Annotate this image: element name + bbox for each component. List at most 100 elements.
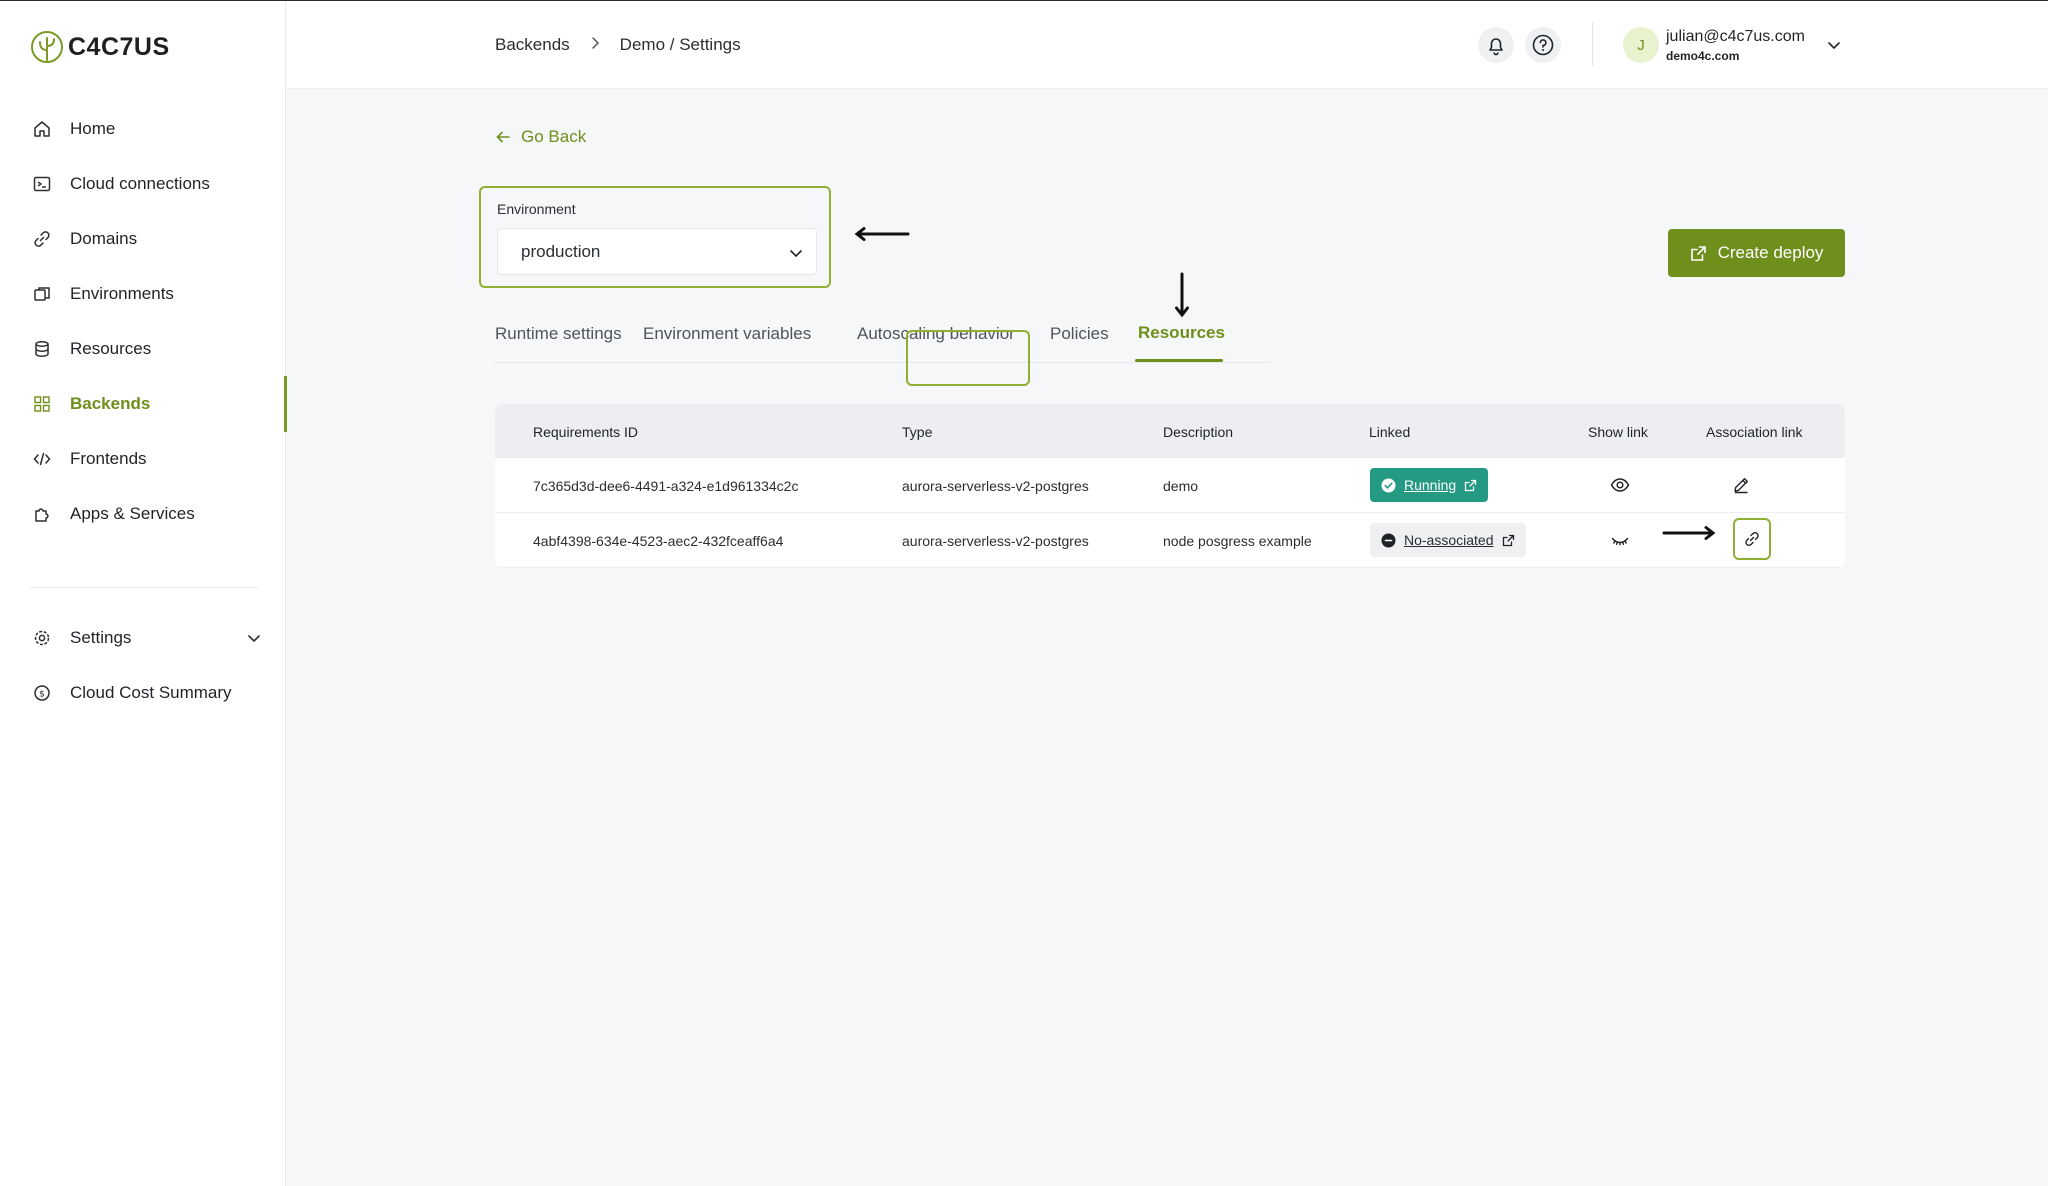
status-badge-running[interactable]: Running — [1370, 468, 1489, 502]
sidebar-item-label: Cloud connections — [70, 174, 210, 193]
sidebar: C4C7US Home Cloud connections Domains En… — [0, 2, 287, 1186]
sidebar-item-frontends[interactable]: Frontends — [0, 439, 286, 479]
top-header: Backends Demo / Settings J julian@c4c7us… — [287, 2, 2048, 89]
app-window: C4C7US Home Cloud connections Domains En… — [0, 0, 2048, 1186]
resources-table: Requirements ID Type Description Linked … — [495, 404, 1845, 568]
grid-icon — [32, 395, 51, 414]
column-header-show-link: Show link — [1588, 424, 1648, 440]
database-icon — [32, 340, 51, 359]
user-org: demo4c.com — [1666, 49, 1740, 63]
sidebar-divider — [30, 587, 258, 588]
environments-icon — [32, 285, 51, 304]
active-tab-indicator — [1135, 359, 1223, 362]
sidebar-item-label: Resources — [70, 339, 152, 358]
eye-icon[interactable] — [1609, 474, 1631, 496]
go-back-link[interactable]: Go Back — [495, 127, 586, 147]
annotation-arrow-right-icon — [1662, 526, 1716, 540]
notifications-button[interactable] — [1478, 27, 1514, 63]
user-email[interactable]: julian@c4c7us.com — [1666, 28, 1805, 46]
avatar[interactable]: J — [1623, 27, 1659, 63]
sidebar-item-label: Home — [70, 119, 116, 138]
sidebar-item-resources[interactable]: Resources — [0, 329, 286, 369]
sidebar-item-backends[interactable]: Backends — [0, 376, 287, 432]
sidebar-item-cloud-cost-summary[interactable]: $ Cloud Cost Summary — [0, 673, 286, 713]
column-header-linked: Linked — [1369, 424, 1411, 440]
resource-description: demo — [1163, 478, 1199, 494]
resource-description: node posgress example — [1163, 533, 1312, 549]
annotation-arrow-left-icon — [854, 227, 910, 241]
table-row: 4abf4398-634e-4523-aec2-432fceaff6a4 aur… — [495, 513, 1845, 568]
tab-resources[interactable]: Resources — [1138, 323, 1225, 343]
home-icon — [32, 120, 51, 139]
status-badge-no-associated[interactable]: No-associated — [1370, 523, 1526, 557]
external-link-icon — [1502, 534, 1514, 546]
go-back-label: Go Back — [521, 127, 587, 146]
column-header-type: Type — [902, 424, 933, 440]
column-header-association-link: Association link — [1706, 424, 1803, 440]
help-button[interactable] — [1525, 27, 1561, 63]
link-icon — [32, 230, 51, 249]
chevron-down-icon — [788, 245, 804, 266]
breadcrumb-item-backends[interactable]: Backends — [495, 35, 570, 55]
table-header: Requirements ID Type Description Linked … — [495, 404, 1845, 458]
sidebar-item-settings[interactable]: Settings — [0, 618, 286, 658]
external-link-icon — [1465, 479, 1477, 491]
table-row: 7c365d3d-dee6-4491-a324-e1d961334c2c aur… — [495, 458, 1845, 513]
sidebar-item-label: Backends — [70, 394, 151, 413]
requirement-id: 4abf4398-634e-4523-aec2-432fceaff6a4 — [533, 533, 784, 549]
external-link-icon — [1690, 245, 1706, 261]
sidebar-item-label: Frontends — [70, 449, 147, 468]
status-label: No-associated — [1404, 532, 1494, 548]
sidebar-item-cloud-connections[interactable]: Cloud connections — [0, 164, 286, 204]
breadcrumb: Backends Demo / Settings — [495, 35, 741, 55]
environment-selector-group: Environment production — [479, 186, 831, 288]
tab-runtime-settings[interactable]: Runtime settings — [495, 324, 622, 344]
check-circle-icon — [1381, 478, 1396, 492]
settings-tabs: Runtime settings Environment variables A… — [495, 314, 1845, 363]
puzzle-icon — [32, 505, 51, 524]
environment-select[interactable]: production — [497, 228, 817, 275]
sidebar-item-environments[interactable]: Environments — [0, 274, 286, 314]
chevron-down-icon[interactable] — [1825, 36, 1843, 59]
logo[interactable]: C4C7US — [30, 30, 170, 64]
terminal-icon — [32, 175, 51, 194]
code-icon — [32, 450, 51, 469]
tab-policies[interactable]: Policies — [1050, 324, 1109, 344]
edit-icon[interactable] — [1730, 474, 1752, 496]
column-header-description: Description — [1163, 424, 1234, 440]
help-icon — [1532, 34, 1554, 56]
sidebar-item-label: Domains — [70, 229, 138, 248]
main-content: Go Back Environment production Create de… — [287, 89, 2048, 1186]
environment-label: Environment — [497, 201, 576, 217]
svg-text:$: $ — [39, 690, 45, 700]
sidebar-item-apps-services[interactable]: Apps & Services — [0, 494, 286, 534]
bell-icon — [1489, 38, 1503, 56]
link-icon — [1745, 531, 1759, 547]
sidebar-item-domains[interactable]: Domains — [0, 219, 286, 259]
gear-icon — [32, 629, 51, 648]
resource-type: aurora-serverless-v2-postgres — [902, 478, 1089, 494]
requirement-id: 7c365d3d-dee6-4491-a324-e1d961334c2c — [533, 478, 799, 494]
sidebar-item-label: Cloud Cost Summary — [70, 683, 232, 702]
logo-text: C4C7US — [68, 32, 170, 61]
eye-closed-icon[interactable] — [1609, 529, 1631, 551]
annotation-arrow-down-icon — [1175, 272, 1189, 318]
create-deploy-label: Create deploy — [1717, 243, 1824, 262]
breadcrumb-item-current: Demo / Settings — [619, 35, 741, 54]
column-header-requirements-id: Requirements ID — [533, 424, 639, 440]
cactus-logo-icon — [31, 31, 63, 63]
tab-environment-variables[interactable]: Environment variables — [643, 324, 811, 344]
association-link-button[interactable] — [1733, 518, 1771, 560]
tabs-divider — [495, 362, 1270, 363]
create-deploy-button[interactable]: Create deploy — [1668, 229, 1845, 277]
chevron-down-icon[interactable] — [246, 630, 262, 651]
status-label: Running — [1404, 477, 1457, 493]
sidebar-item-label: Apps & Services — [70, 504, 195, 523]
sidebar-item-home[interactable]: Home — [0, 109, 286, 149]
header-divider — [1592, 22, 1593, 66]
minus-circle-icon — [1381, 533, 1396, 547]
resource-type: aurora-serverless-v2-postgres — [902, 533, 1089, 549]
tab-resources-highlight — [906, 330, 1030, 386]
environment-value: production — [521, 241, 601, 261]
sidebar-item-label: Environments — [70, 284, 174, 303]
